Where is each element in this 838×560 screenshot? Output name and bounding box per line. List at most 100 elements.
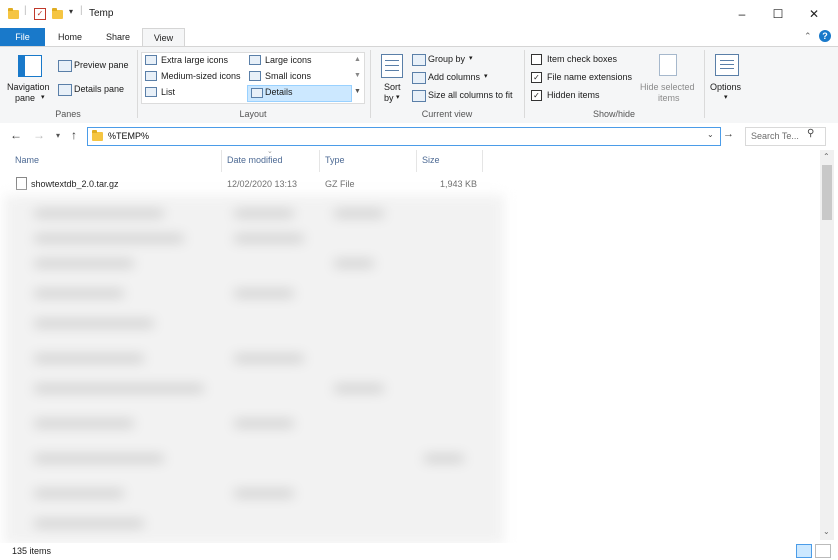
file-icon <box>16 177 27 190</box>
show-hide-group-label: Show/hide <box>592 109 636 119</box>
minimize-button[interactable]: – <box>724 4 760 24</box>
window-title: Temp <box>89 8 114 19</box>
column-divider[interactable] <box>319 150 320 172</box>
group-by-button[interactable]: Group by <box>428 54 465 64</box>
tab-home[interactable]: Home <box>50 28 90 46</box>
blurred-file-list <box>4 195 504 545</box>
file-name: showtextdb_2.0.tar.gz <box>31 179 119 189</box>
tab-file[interactable]: File <box>0 28 45 46</box>
extra-large-icons-icon <box>145 55 157 65</box>
file-type: GZ File <box>325 179 355 189</box>
folder-icon <box>8 8 19 19</box>
sort-indicator-icon: ⌄ <box>267 148 273 155</box>
large-icons-view-icon[interactable] <box>815 544 831 558</box>
options-icon[interactable] <box>715 54 739 76</box>
folder-icon <box>92 130 103 141</box>
column-header-size[interactable]: Size <box>422 155 440 165</box>
title-bar <box>0 0 838 28</box>
group-divider <box>524 50 525 118</box>
address-bar[interactable] <box>87 127 721 146</box>
chevron-down-icon[interactable]: ▾ <box>469 54 473 62</box>
size-all-columns-button[interactable]: Size all columns to fit <box>428 90 513 100</box>
address-input[interactable]: %TEMP% <box>108 131 149 141</box>
navigation-pane-button[interactable]: Navigation <box>7 82 50 92</box>
separator: | <box>80 5 83 16</box>
collapse-ribbon-icon[interactable]: ⌃ <box>804 31 812 42</box>
forward-arrow-icon[interactable]: → <box>33 128 45 142</box>
large-icons-icon <box>249 55 261 65</box>
status-bar <box>0 543 838 560</box>
column-header-date-modified[interactable]: Date modified <box>227 155 283 165</box>
file-name-extensions-checkbox[interactable]: ✓ <box>531 72 542 83</box>
sort-by-button[interactable]: Sort <box>384 82 401 92</box>
item-check-boxes-checkbox[interactable] <box>531 54 542 65</box>
scroll-up-icon[interactable]: ▲ <box>354 56 361 63</box>
search-icon[interactable]: ⚲ <box>807 128 814 139</box>
add-columns-icon <box>412 72 426 84</box>
customize-quick-access-icon[interactable]: ▾ <box>69 7 73 16</box>
help-icon[interactable]: ? <box>819 30 831 42</box>
details-pane-button[interactable]: Details pane <box>74 84 124 94</box>
add-columns-button[interactable]: Add columns <box>428 72 480 82</box>
search-input[interactable]: Search Te... <box>751 131 799 141</box>
chevron-down-icon[interactable]: ▾ <box>41 93 45 101</box>
chevron-down-icon[interactable]: ▾ <box>396 93 400 101</box>
close-button[interactable]: ✕ <box>796 4 832 24</box>
navigation-pane-label: pane <box>15 93 36 103</box>
layout-details[interactable]: Details <box>265 87 293 97</box>
file-date-modified: 12/02/2020 13:13 <box>227 179 298 189</box>
column-divider[interactable] <box>416 150 417 172</box>
size-all-columns-icon <box>412 90 426 102</box>
column-divider[interactable] <box>482 150 483 172</box>
scroll-up-icon[interactable]: ⌃ <box>823 152 830 161</box>
sort-by-icon[interactable] <box>381 54 403 78</box>
column-divider[interactable] <box>221 150 222 172</box>
new-folder-icon[interactable] <box>52 8 63 19</box>
separator: | <box>24 5 27 16</box>
file-size: 1,943 KB <box>440 179 478 189</box>
address-dropdown-icon[interactable]: ⌄ <box>707 130 714 139</box>
layout-list[interactable]: List <box>161 87 175 97</box>
medium-icons-icon <box>145 71 157 81</box>
options-button[interactable]: Options <box>710 82 741 92</box>
navigation-pane-icon[interactable] <box>18 55 42 77</box>
back-arrow-icon[interactable]: ← <box>10 128 22 142</box>
tab-view[interactable]: View <box>142 28 185 47</box>
recent-locations-icon[interactable]: ▾ <box>56 131 60 140</box>
layout-extra-large-icons[interactable]: Extra large icons <box>161 55 228 65</box>
column-header-name[interactable]: Name <box>15 155 39 165</box>
group-divider <box>370 50 371 118</box>
item-check-boxes-label: Item check boxes <box>547 54 618 64</box>
chevron-down-icon[interactable]: ▾ <box>484 72 488 80</box>
up-arrow-icon[interactable]: ↑ <box>71 128 77 142</box>
more-layouts-icon[interactable]: ▼ <box>354 88 361 95</box>
scrollbar-thumb[interactable] <box>822 165 832 220</box>
layout-medium-sized-icons[interactable]: Medium-sized icons <box>161 71 241 81</box>
tab-share[interactable]: Share <box>96 28 140 46</box>
properties-icon[interactable]: ✓ <box>34 8 46 20</box>
maximize-button[interactable]: ☐ <box>760 4 796 24</box>
sort-by-label: by <box>384 93 394 103</box>
group-divider <box>704 50 705 118</box>
details-icon <box>251 88 263 98</box>
panes-group-label: Panes <box>55 109 81 119</box>
preview-pane-button[interactable]: Preview pane <box>74 60 129 70</box>
group-by-icon <box>412 54 426 66</box>
layout-small-icons[interactable]: Small icons <box>265 71 311 81</box>
group-divider <box>137 50 138 118</box>
details-pane-icon[interactable] <box>58 84 72 96</box>
chevron-down-icon[interactable]: ▾ <box>724 93 728 101</box>
layout-group-label: Layout <box>239 109 267 119</box>
hide-selected-label: items <box>658 93 680 103</box>
layout-large-icons[interactable]: Large icons <box>265 55 312 65</box>
file-name-extensions-label: File name extensions <box>547 72 633 82</box>
preview-pane-icon[interactable] <box>58 60 72 72</box>
hide-selected-button: Hide selected <box>640 82 695 92</box>
scroll-down-icon[interactable]: ⌄ <box>823 527 830 536</box>
list-icon <box>145 87 157 97</box>
scroll-down-icon[interactable]: ▼ <box>354 72 361 79</box>
column-header-type[interactable]: Type <box>325 155 345 165</box>
details-view-icon[interactable] <box>796 544 812 558</box>
hidden-items-checkbox[interactable]: ✓ <box>531 90 542 101</box>
go-arrow-icon[interactable]: → <box>723 128 734 140</box>
